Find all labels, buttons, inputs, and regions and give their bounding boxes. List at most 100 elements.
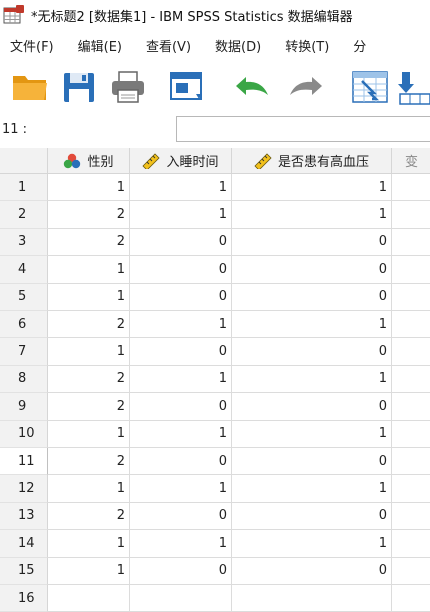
empty-cell[interactable] (392, 393, 430, 421)
empty-cell[interactable] (392, 448, 430, 476)
data-cell[interactable]: 0 (130, 338, 232, 366)
data-cell[interactable]: 1 (48, 283, 130, 311)
data-cell[interactable]: 1 (48, 256, 130, 284)
row-number[interactable]: 3 (0, 228, 48, 257)
data-cell[interactable] (48, 585, 130, 612)
row-number[interactable]: 11 (0, 448, 48, 476)
row-number[interactable]: 4 (0, 256, 48, 284)
menu-edit[interactable]: 编辑(E) (78, 36, 122, 55)
empty-cell[interactable] (392, 585, 430, 612)
data-cell[interactable]: 2 (48, 448, 130, 476)
data-cell[interactable]: 1 (232, 311, 392, 339)
empty-cell[interactable] (392, 557, 430, 585)
menu-file[interactable]: 文件(F) (10, 36, 54, 55)
data-cell[interactable]: 2 (48, 201, 130, 229)
column-header-gender[interactable]: 性别 (48, 148, 130, 174)
data-cell[interactable]: 1 (130, 420, 232, 448)
row-number[interactable]: 12 (0, 475, 48, 503)
data-cell[interactable]: 0 (130, 283, 232, 311)
dialog-recall-icon[interactable] (168, 68, 208, 106)
go-to-case-icon[interactable] (350, 68, 390, 106)
row-number[interactable]: 15 (0, 557, 48, 585)
data-cell[interactable]: 1 (232, 174, 392, 202)
data-cell[interactable]: 2 (48, 393, 130, 421)
row-number[interactable]: 16 (0, 585, 48, 612)
row-number[interactable]: 9 (0, 393, 48, 421)
data-cell[interactable]: 1 (130, 530, 232, 558)
row-number[interactable]: 8 (0, 365, 48, 394)
redo-icon[interactable] (286, 68, 326, 106)
data-cell[interactable]: 1 (232, 420, 392, 448)
data-cell[interactable]: 0 (130, 557, 232, 585)
menu-view[interactable]: 查看(V) (146, 36, 191, 55)
data-cell[interactable]: 1 (48, 475, 130, 503)
empty-cell[interactable] (392, 256, 430, 284)
menu-analyze[interactable]: 分 (353, 36, 366, 55)
data-cell[interactable]: 0 (232, 338, 392, 366)
data-cell[interactable]: 0 (130, 228, 232, 257)
empty-cell[interactable] (392, 420, 430, 448)
data-cell[interactable]: 2 (48, 502, 130, 531)
empty-cell[interactable] (392, 502, 430, 531)
data-cell[interactable]: 1 (48, 557, 130, 585)
data-cell[interactable]: 0 (232, 228, 392, 257)
menu-data[interactable]: 数据(D) (215, 36, 261, 55)
empty-cell[interactable] (392, 283, 430, 311)
column-header-var[interactable]: 变 (392, 148, 430, 174)
row-number[interactable]: 13 (0, 502, 48, 531)
data-cell[interactable]: 0 (232, 557, 392, 585)
data-cell[interactable]: 0 (130, 502, 232, 531)
row-number[interactable]: 2 (0, 201, 48, 229)
data-cell[interactable]: 0 (130, 256, 232, 284)
row-number[interactable]: 5 (0, 283, 48, 311)
data-cell[interactable]: 1 (48, 174, 130, 202)
data-cell[interactable]: 0 (130, 448, 232, 476)
cell-value-input[interactable] (176, 116, 430, 142)
data-cell[interactable]: 1 (232, 530, 392, 558)
menu-transform[interactable]: 转换(T) (285, 36, 329, 55)
data-cell[interactable]: 0 (232, 256, 392, 284)
data-cell[interactable]: 1 (130, 311, 232, 339)
data-cell[interactable] (130, 585, 232, 612)
row-number[interactable]: 14 (0, 530, 48, 558)
data-cell[interactable]: 2 (48, 311, 130, 339)
empty-cell[interactable] (392, 174, 430, 202)
data-cell[interactable]: 1 (48, 338, 130, 366)
empty-cell[interactable] (392, 228, 430, 257)
empty-cell[interactable] (392, 338, 430, 366)
empty-cell[interactable] (392, 201, 430, 229)
data-cell[interactable]: 1 (232, 365, 392, 394)
data-cell[interactable]: 2 (48, 365, 130, 394)
data-cell[interactable]: 2 (48, 228, 130, 257)
data-cell[interactable]: 0 (232, 448, 392, 476)
save-floppy-icon[interactable] (60, 68, 100, 106)
row-number[interactable]: 10 (0, 420, 48, 448)
column-header-hypertension[interactable]: 是否患有高血压 (232, 148, 392, 174)
data-cell[interactable]: 1 (130, 201, 232, 229)
data-cell[interactable]: 1 (130, 365, 232, 394)
empty-cell[interactable] (392, 311, 430, 339)
data-cell[interactable]: 1 (130, 475, 232, 503)
data-cell[interactable]: 0 (232, 283, 392, 311)
undo-icon[interactable] (232, 68, 272, 106)
data-cell[interactable]: 1 (48, 420, 130, 448)
empty-cell[interactable] (392, 365, 430, 394)
open-folder-icon[interactable] (10, 68, 50, 106)
row-number[interactable]: 7 (0, 338, 48, 366)
data-cell[interactable]: 1 (232, 475, 392, 503)
corner-cell[interactable] (0, 148, 48, 174)
data-cell[interactable]: 1 (130, 174, 232, 202)
go-to-variable-icon[interactable] (398, 68, 430, 106)
empty-cell[interactable] (392, 530, 430, 558)
data-cell[interactable]: 1 (232, 201, 392, 229)
row-number[interactable]: 1 (0, 174, 48, 202)
print-icon[interactable] (108, 68, 148, 106)
data-cell[interactable]: 0 (232, 393, 392, 421)
data-cell[interactable]: 0 (232, 502, 392, 531)
data-cell[interactable]: 1 (48, 530, 130, 558)
column-header-sleep-time[interactable]: 入睡时间 (130, 148, 232, 174)
row-number[interactable]: 6 (0, 311, 48, 339)
data-cell[interactable]: 0 (130, 393, 232, 421)
data-cell[interactable] (232, 585, 392, 612)
empty-cell[interactable] (392, 475, 430, 503)
